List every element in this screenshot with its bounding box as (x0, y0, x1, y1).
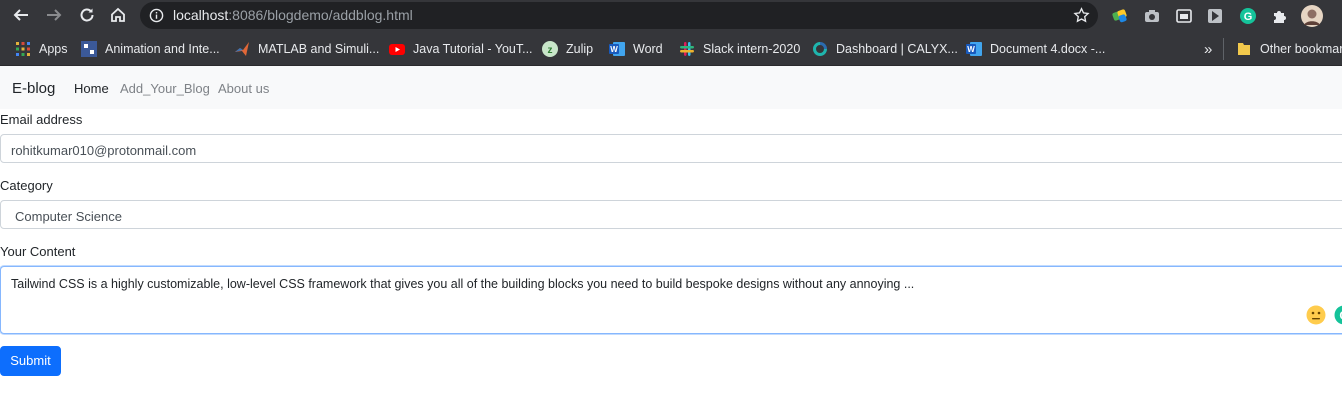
bookmarks-bar: Apps Animation and Inte... MATLAB and Si… (0, 32, 1342, 66)
neutral-face-emoji-icon[interactable] (1306, 305, 1326, 325)
back-button[interactable] (10, 4, 32, 26)
profile-avatar[interactable] (1301, 5, 1323, 27)
address-bar[interactable]: localhost:8086/blogdemo/addblog.html (140, 2, 1098, 29)
zulip-icon: z (542, 41, 558, 57)
animation-bookmark-icon (81, 41, 97, 57)
matlab-icon (234, 41, 250, 57)
content-textarea[interactable]: Tailwind CSS is a highly customizable, l… (0, 266, 1342, 334)
url-text: localhost:8086/blogdemo/addblog.html (173, 7, 413, 23)
bookmark-slack[interactable]: Slack intern-2020 (679, 38, 800, 60)
category-value: Computer Science (15, 209, 122, 224)
bookmark-dashboard[interactable]: Dashboard | CALYX... (812, 38, 958, 60)
bookmark-zulip[interactable]: z Zulip (542, 38, 593, 60)
bookmark-label: Java Tutorial - YouT... (413, 42, 533, 56)
bookmark-label: Zulip (566, 42, 594, 56)
overflow-chevron-icon: » (1204, 40, 1213, 58)
other-bookmarks-folder[interactable]: Other bookmarks (1236, 38, 1342, 60)
bookmark-animation[interactable]: Animation and Inte... (81, 38, 220, 60)
extension-colorful-icon[interactable] (1110, 6, 1130, 26)
site-info-icon[interactable] (149, 8, 164, 23)
forward-button[interactable] (43, 4, 65, 26)
grammarly-extension-icon[interactable]: G (1238, 6, 1258, 26)
url-path: :8086/blogdemo/addblog.html (228, 7, 413, 23)
slack-icon (679, 41, 695, 57)
browser-toolbar: localhost:8086/blogdemo/addblog.html G (0, 0, 1342, 32)
back-arrow-icon (13, 9, 28, 21)
bookmark-star-icon[interactable] (1073, 7, 1090, 24)
calyx-icon (812, 41, 828, 57)
home-icon (111, 7, 125, 22)
bookmark-apps[interactable]: Apps (15, 38, 68, 60)
grammarly-widget-icon[interactable]: G (1334, 305, 1342, 325)
word-icon: W (966, 41, 982, 57)
email-value: rohitkumar010@protonmail.com (11, 143, 197, 158)
bookmarks-overflow-button[interactable]: » (1204, 38, 1212, 60)
bookmark-label: Animation and Inte... (105, 42, 220, 56)
url-host: localhost (173, 7, 229, 23)
email-field[interactable]: rohitkumar010@protonmail.com (0, 134, 1342, 163)
nav-link-add-blog[interactable]: Add_Your_Blog (120, 81, 210, 96)
svg-text:W: W (610, 45, 618, 54)
bookmark-label: Document 4.docx -... (990, 42, 1106, 56)
bookmark-word[interactable]: W Word (609, 38, 663, 60)
submit-button[interactable]: Submit (0, 346, 61, 376)
tab-extension-icon[interactable] (1205, 6, 1225, 26)
svg-text:G: G (1244, 11, 1253, 23)
youtube-icon (389, 41, 405, 57)
bookmark-label: Slack intern-2020 (703, 42, 801, 56)
svg-text:W: W (967, 45, 975, 54)
nav-link-about[interactable]: About us (218, 81, 269, 96)
category-select[interactable]: Computer Science (0, 200, 1342, 229)
reload-button[interactable] (76, 4, 98, 26)
bookmark-label: Apps (39, 42, 68, 56)
bookmark-matlab[interactable]: MATLAB and Simuli... (234, 38, 379, 60)
content-value: Tailwind CSS is a highly customizable, l… (11, 277, 915, 291)
content-label: Your Content (0, 244, 76, 259)
email-label: Email address (0, 112, 83, 127)
folder-icon (1236, 41, 1252, 57)
bookmark-document[interactable]: W Document 4.docx -... (966, 38, 1105, 60)
camera-extension-icon[interactable] (1142, 6, 1162, 26)
bookmark-java-tutorial[interactable]: Java Tutorial - YouT... (389, 38, 533, 60)
apps-grid-icon (15, 41, 31, 57)
extensions-puzzle-icon[interactable] (1270, 6, 1290, 26)
reload-icon (80, 8, 94, 22)
bookmark-label: Dashboard | CALYX... (836, 42, 958, 56)
nav-link-home[interactable]: Home (74, 81, 109, 96)
category-label: Category (0, 178, 53, 193)
bookmarks-divider (1223, 38, 1224, 60)
bookmark-label: MATLAB and Simuli... (258, 42, 380, 56)
forward-arrow-icon (47, 9, 62, 21)
site-navbar: E-blog Home Add_Your_Blog About us (0, 66, 1342, 109)
svg-text:z: z (548, 45, 553, 56)
word-icon: W (609, 41, 625, 57)
bookmark-label: Word (633, 42, 663, 56)
window-extension-icon[interactable] (1174, 6, 1194, 26)
other-bookmarks-label: Other bookmarks (1260, 42, 1342, 56)
brand-logo[interactable]: E-blog (12, 80, 55, 97)
home-button[interactable] (107, 4, 129, 26)
